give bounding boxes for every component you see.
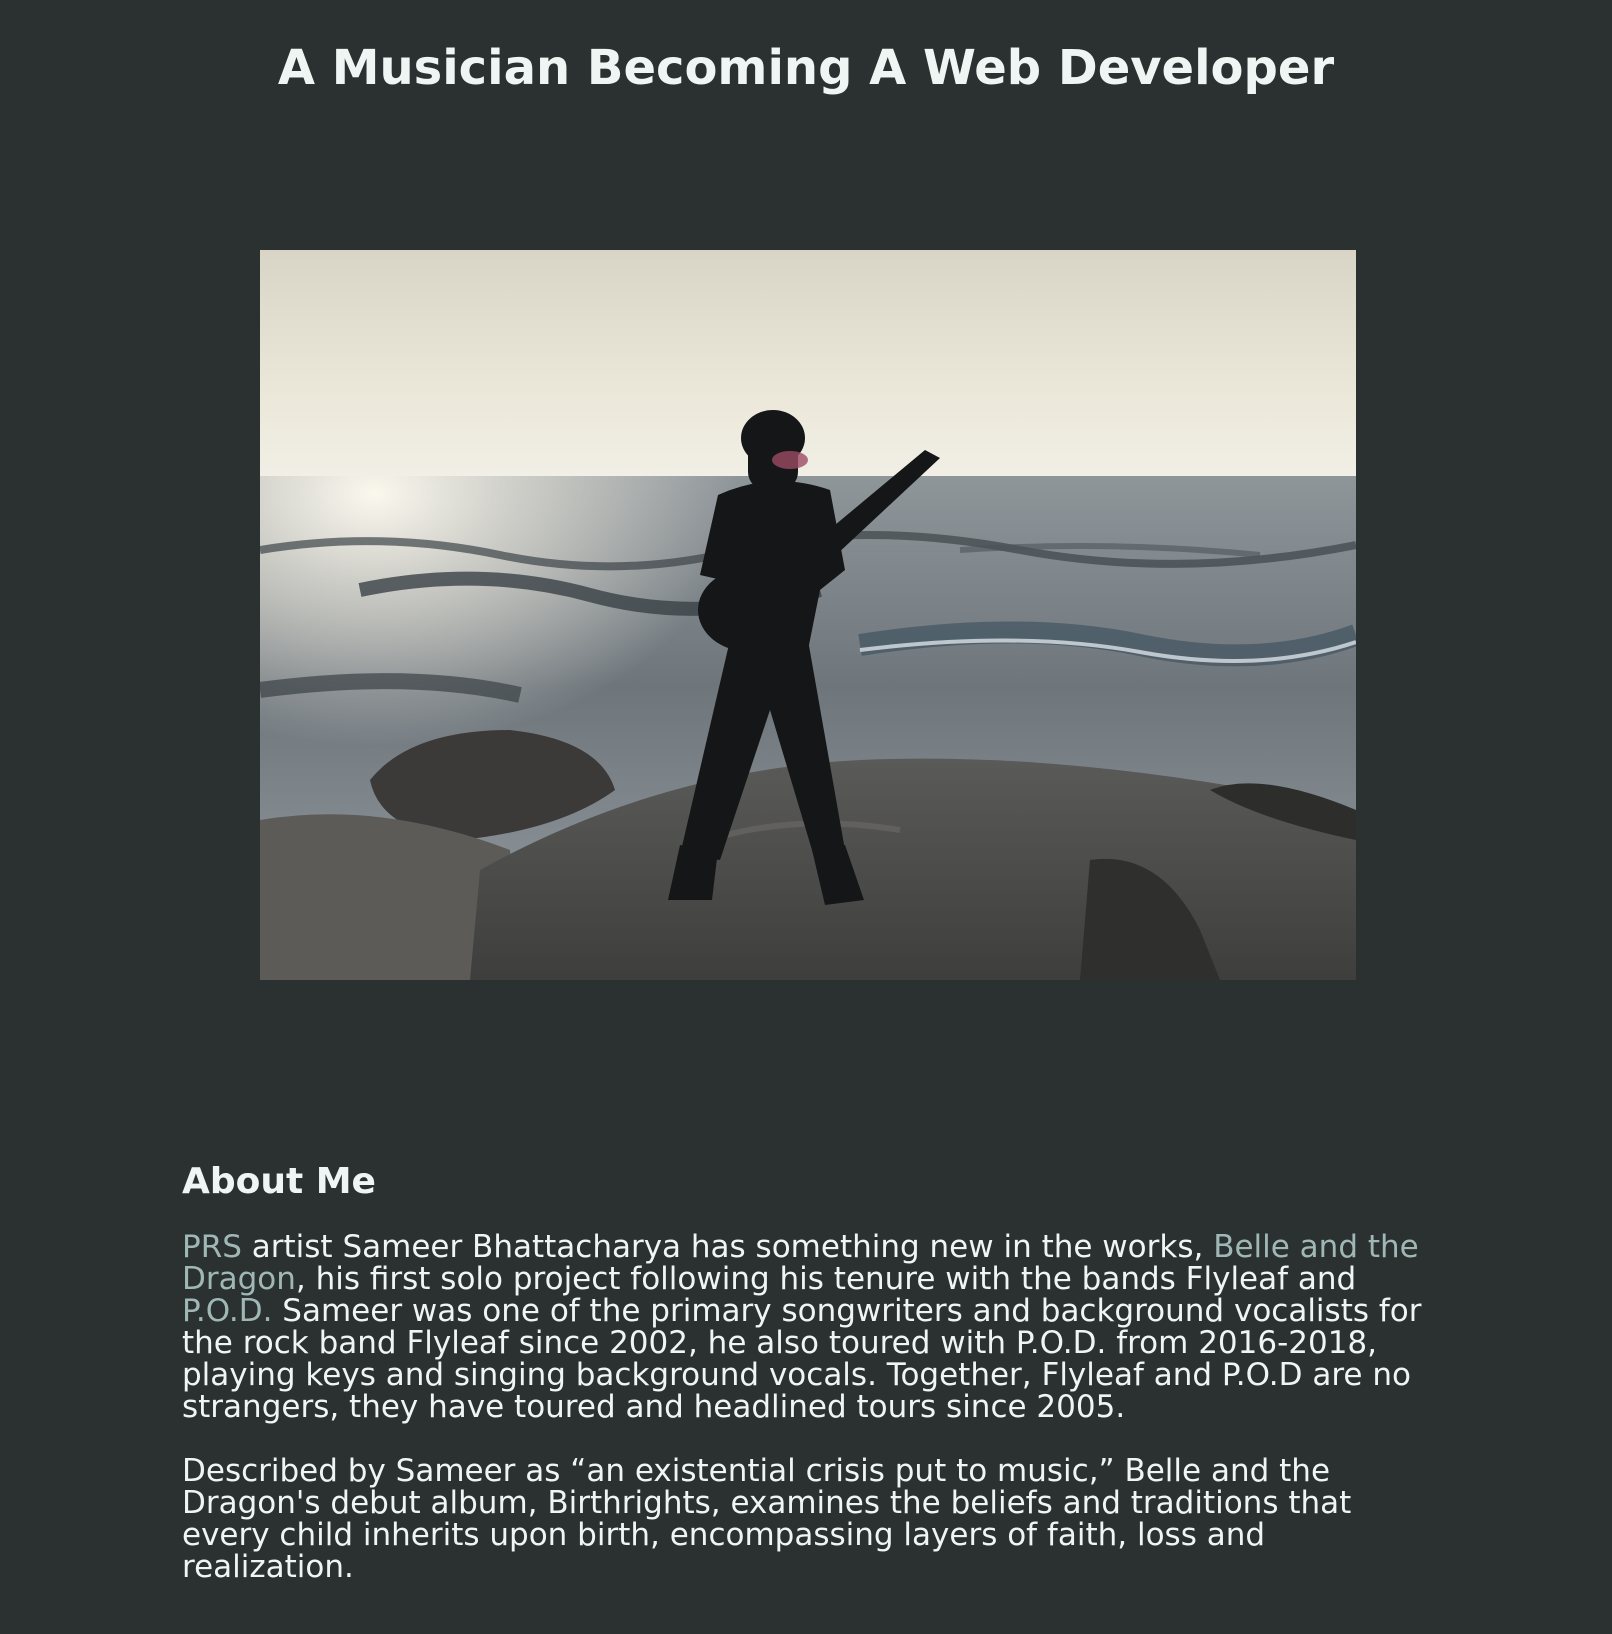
hero-photo [260,250,1356,980]
about-heading: About Me [182,1161,376,1202]
about-text-1: artist Sameer Bhattacharya has something… [241,1229,1214,1266]
hero-photo-illustration [260,250,1356,980]
about-text-3: Sameer was one of the primary songwriter… [182,1293,1422,1426]
about-paragraph-2: Described by Sameer as “an existential c… [182,1453,1352,1586]
prs-link[interactable]: PRS [182,1229,242,1265]
about-paragraph-1: PRS artist Sameer Bhattacharya has somet… [182,1231,1432,1423]
about-section: About Me PRS artist Sameer Bhattacharya … [182,1160,1432,1615]
pod-link[interactable]: P.O.D. [182,1293,272,1329]
page-title: A Musician Becoming A Web Developer [277,40,1335,96]
about-text-2: , his first solo project following his t… [295,1261,1357,1298]
